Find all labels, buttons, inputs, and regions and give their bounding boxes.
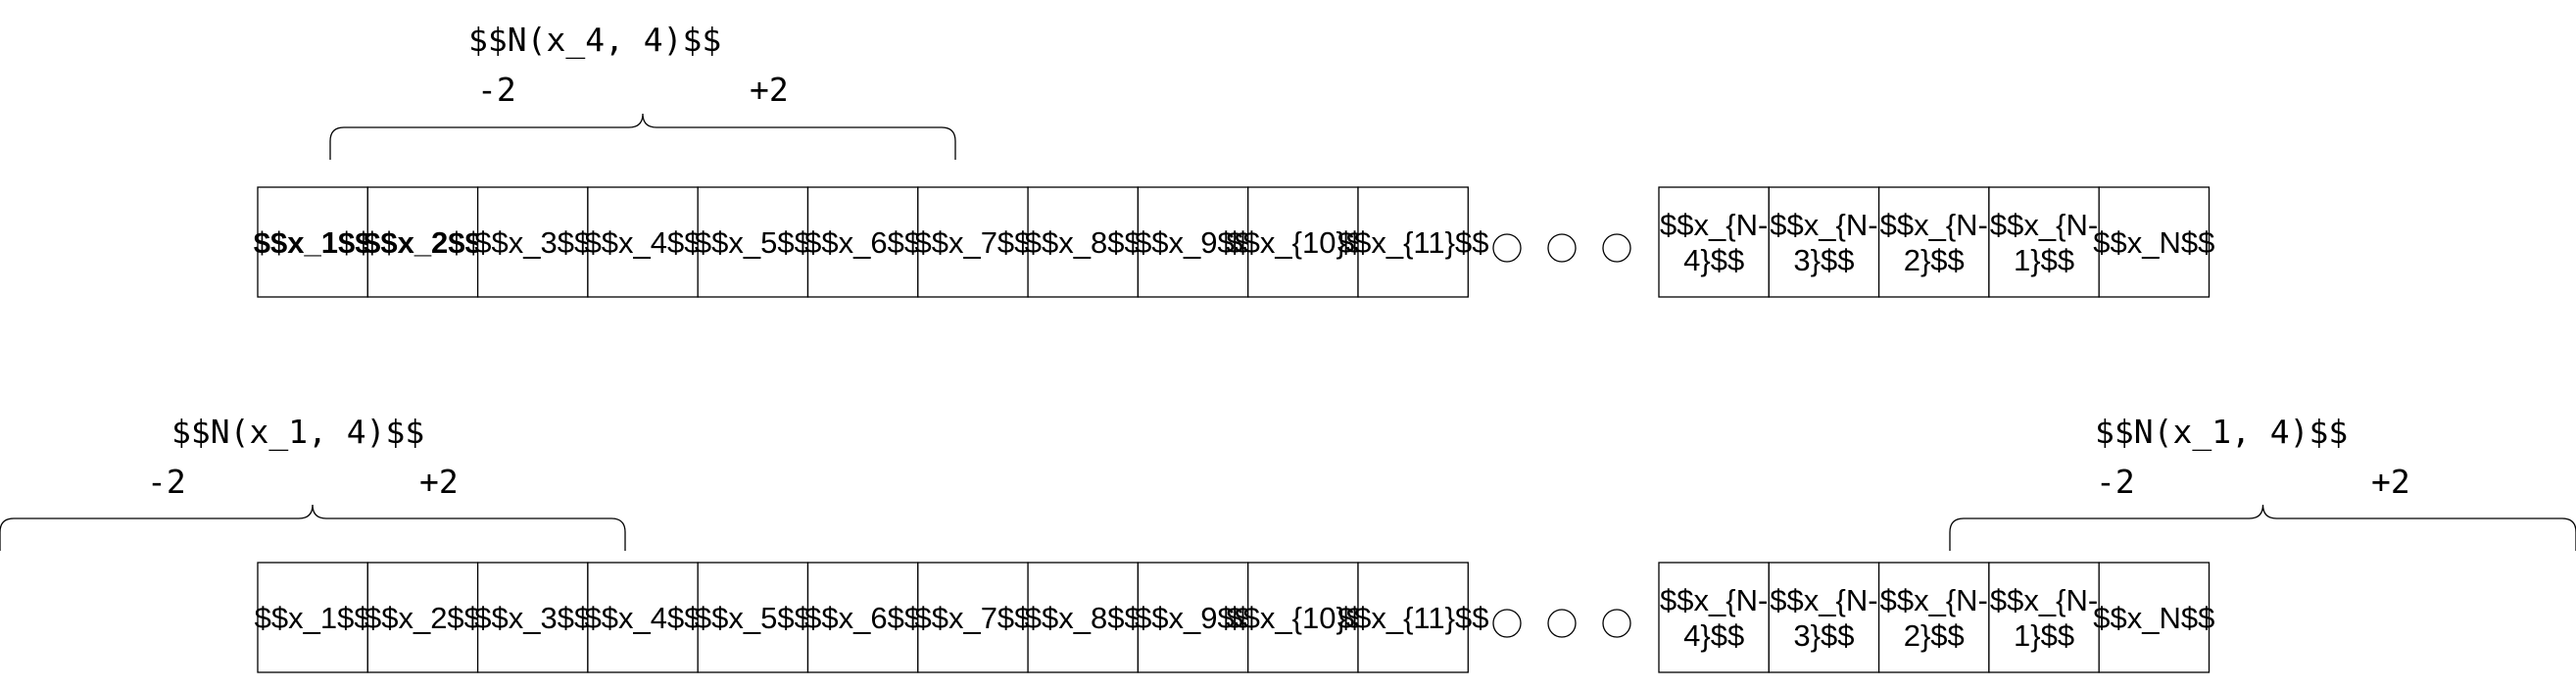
sequence-cell: $$x_7$$ bbox=[914, 562, 1031, 673]
cell-label: $$x_7$$ bbox=[914, 601, 1031, 635]
sequence-cell: $$x_{11}$$ bbox=[1337, 562, 1489, 673]
offset-plus-label: +2 bbox=[750, 71, 789, 109]
sequence-cell: $$x_2$$ bbox=[364, 186, 482, 298]
cell-label: $$x_2$$ bbox=[364, 225, 482, 260]
ellipsis-dot bbox=[1492, 609, 1522, 638]
sequence-cell: $$x_6$$ bbox=[804, 562, 921, 673]
sequence-cell: $$x_{N-3}$$ bbox=[1768, 562, 1880, 673]
offset-minus-label: -2 bbox=[477, 71, 516, 109]
cell-label: 2}$$ bbox=[1904, 618, 1965, 653]
sequence-cell: $$x_{N-4}$$ bbox=[1658, 562, 1770, 673]
cell-label: $$x_8$$ bbox=[1025, 601, 1142, 635]
cell-label: $$x_8$$ bbox=[1025, 225, 1142, 260]
cell-box bbox=[1658, 186, 1770, 298]
sequence-cell: $$x_1$$ bbox=[254, 186, 372, 298]
cell-label: $$x_{N- bbox=[1880, 208, 1988, 242]
cell-label: $$x_5$$ bbox=[695, 601, 811, 635]
ellipsis-dot bbox=[1602, 233, 1631, 263]
sequence-row-1: $$x_1$$$$x_2$$$$x_3$$$$x_4$$$$x_5$$$$x_6… bbox=[254, 186, 2214, 298]
cell-label: 1}$$ bbox=[2014, 243, 2074, 277]
offset-plus-label: +2 bbox=[419, 463, 459, 501]
cell-box bbox=[1768, 186, 1880, 298]
cell-label: $$x_N$$ bbox=[2093, 225, 2214, 260]
sequence-cell: $$x_7$$ bbox=[914, 186, 1031, 298]
cell-label: $$x_5$$ bbox=[695, 225, 811, 260]
sequence-cell: $$x_N$$ bbox=[2093, 562, 2214, 673]
cell-label: $$x_3$$ bbox=[474, 601, 591, 635]
curly-brace bbox=[329, 113, 956, 160]
cell-label: $$x_4$$ bbox=[585, 601, 702, 635]
sequence-cell: $$x_{N-4}$$ bbox=[1658, 186, 1770, 298]
cell-box bbox=[1877, 562, 1990, 673]
cell-label: $$x_{11}$$ bbox=[1337, 225, 1489, 260]
cell-label: 3}$$ bbox=[1793, 618, 1854, 653]
sequence-diagram: $$x_1$$$$x_2$$$$x_3$$$$x_4$$$$x_5$$$$x_6… bbox=[0, 21, 2576, 673]
curly-brace bbox=[1949, 504, 2576, 551]
sequence-cell: $$x_2$$ bbox=[365, 562, 481, 673]
cell-label: $$x_{N- bbox=[1660, 208, 1768, 242]
offset-minus-label: -2 bbox=[2096, 463, 2135, 501]
cell-box bbox=[1988, 562, 2100, 673]
cell-label: 4}$$ bbox=[1683, 243, 1744, 277]
cell-label: $$x_2$$ bbox=[365, 601, 481, 635]
ellipsis-dot bbox=[1492, 233, 1522, 263]
sequence-cell: $$x_5$$ bbox=[695, 562, 811, 673]
neighborhood-label: $$N(x_1, 4)$$ bbox=[2095, 413, 2348, 452]
sequence-cell: $$x_{11}$$ bbox=[1337, 186, 1489, 298]
sequence-cell: $$x_{N-2}$$ bbox=[1877, 186, 1990, 298]
cell-box bbox=[1768, 562, 1880, 673]
cell-label: $$x_6$$ bbox=[804, 601, 921, 635]
offset-plus-label: +2 bbox=[2371, 463, 2410, 501]
cell-label: $$x_N$$ bbox=[2093, 601, 2214, 635]
cell-label: $$x_{N- bbox=[1880, 583, 1988, 617]
offset-minus-label: -2 bbox=[147, 463, 186, 501]
sequence-cell: $$x_6$$ bbox=[804, 186, 921, 298]
sequence-cell: $$x_3$$ bbox=[474, 562, 591, 673]
ellipsis-dot bbox=[1602, 609, 1631, 638]
sequence-cell: $$x_{N-2}$$ bbox=[1877, 562, 1990, 673]
sequence-cell: $$x_5$$ bbox=[695, 186, 811, 298]
cell-label: $$x_3$$ bbox=[474, 225, 591, 260]
sequence-cell: $$x_8$$ bbox=[1025, 562, 1142, 673]
cell-label: 2}$$ bbox=[1904, 243, 1965, 277]
cell-label: $$x_{N- bbox=[1990, 583, 2098, 617]
cell-box bbox=[1988, 186, 2100, 298]
cell-label: $$x_4$$ bbox=[585, 225, 702, 260]
sequence-cell: $$x_8$$ bbox=[1025, 186, 1142, 298]
neighborhood-label: $$N(x_4, 4)$$ bbox=[468, 21, 721, 60]
cell-label: $$x_1$$ bbox=[254, 225, 372, 260]
sequence-cell: $$x_4$$ bbox=[585, 186, 702, 298]
curly-brace bbox=[0, 504, 626, 551]
cell-box bbox=[1877, 186, 1990, 298]
cell-label: $$x_{11}$$ bbox=[1337, 601, 1489, 635]
sequence-cell: $$x_{N-1}$$ bbox=[1988, 186, 2100, 298]
cell-label: $$x_{N- bbox=[1660, 583, 1768, 617]
sequence-cell: $$x_1$$ bbox=[255, 562, 371, 673]
cell-label: 3}$$ bbox=[1793, 243, 1854, 277]
ellipsis-dot bbox=[1547, 233, 1577, 263]
neighborhood-3: $$N(x_1, 4)$$ -2 +2 bbox=[1949, 413, 2576, 551]
cell-label: $$x_7$$ bbox=[914, 225, 1031, 260]
cell-label: $$x_{N- bbox=[1770, 583, 1877, 617]
cell-label: $$x_1$$ bbox=[255, 601, 371, 635]
cell-label: $$x_{N- bbox=[1770, 208, 1877, 242]
neighborhood-2: $$N(x_1, 4)$$ -2 +2 bbox=[0, 413, 626, 551]
neighborhood-1: $$N(x_4, 4)$$ -2 +2 bbox=[329, 21, 956, 160]
cell-label: $$x_6$$ bbox=[804, 225, 921, 260]
cell-label: $$x_{N- bbox=[1990, 208, 2098, 242]
cell-label: 1}$$ bbox=[2014, 618, 2074, 653]
cell-label: 4}$$ bbox=[1683, 618, 1744, 653]
cell-box bbox=[1658, 562, 1770, 673]
neighborhood-label: $$N(x_1, 4)$$ bbox=[171, 413, 424, 452]
sequence-cell: $$x_{N-3}$$ bbox=[1768, 186, 1880, 298]
ellipsis-dot bbox=[1547, 609, 1577, 638]
sequence-cell: $$x_4$$ bbox=[585, 562, 702, 673]
sequence-row-2: $$x_1$$$$x_2$$$$x_3$$$$x_4$$$$x_5$$$$x_6… bbox=[255, 562, 2214, 673]
sequence-cell: $$x_N$$ bbox=[2093, 186, 2214, 298]
sequence-cell: $$x_{N-1}$$ bbox=[1988, 562, 2100, 673]
sequence-cell: $$x_3$$ bbox=[474, 186, 591, 298]
